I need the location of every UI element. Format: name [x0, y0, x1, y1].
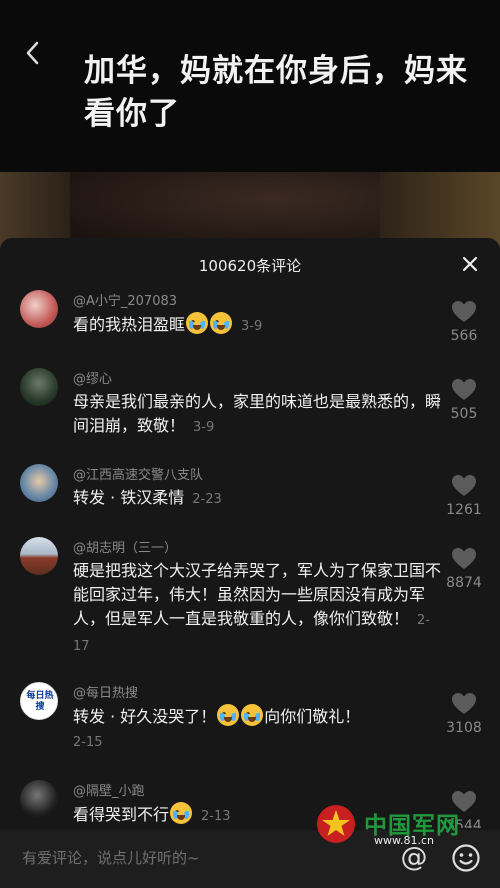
like-button[interactable]: 3108	[442, 692, 486, 736]
comment-item: @缪心 母亲是我们最亲的人，家里的味道也是最熟悉的，瞬间泪崩，致敬！ 3-9 50…	[0, 368, 500, 464]
comment-list[interactable]: @A小宁_207083 看的我热泪盈眶 3-9 566 @缪心 母亲是我们最亲的人…	[0, 290, 500, 828]
crying-laughing-emoji-icon	[241, 704, 264, 726]
video-overlay-title: 加华，妈就在你身后，妈来看你了	[84, 53, 468, 132]
avatar[interactable]	[20, 537, 58, 575]
comment-count-title: 100620条评论	[198, 257, 302, 275]
comment-date: 3-9	[241, 319, 263, 334]
comment-body: 母亲是我们最亲的人，家里的味道也是最熟悉的，瞬间泪崩，致敬！	[73, 392, 442, 435]
heart-icon	[452, 379, 476, 400]
comment-username[interactable]: @A小宁_207083	[73, 290, 177, 309]
avatar[interactable]: 每日热搜	[20, 682, 58, 720]
comment-text: 母亲是我们最亲的人，家里的味道也是最熟悉的，瞬间泪崩，致敬！ 3-9	[73, 390, 443, 440]
comment-body-cont: 向你们敬礼！	[264, 707, 361, 726]
avatar-logo: 每日热搜	[26, 691, 54, 712]
avatar[interactable]	[20, 290, 58, 328]
crying-emoji-icon	[170, 802, 193, 824]
comment-text: 看的我热泪盈眶 3-9	[73, 312, 443, 339]
comment-body: 转发 · 好久没哭了！	[73, 707, 217, 726]
like-count: 1261	[446, 502, 482, 518]
crying-emoji-icon	[210, 312, 233, 334]
comment-date: 3-9	[193, 420, 215, 435]
heart-icon	[452, 301, 476, 322]
heart-icon	[452, 475, 476, 496]
comment-username[interactable]: @江西高速交警八支队	[73, 464, 203, 483]
heart-icon	[452, 548, 476, 569]
like-button[interactable]: 1261	[442, 474, 486, 518]
like-count: 566	[450, 328, 478, 344]
comments-sheet: 100620条评论 @A小宁_207083 看的我热泪盈眶 3-9 566 @缪心…	[0, 238, 500, 888]
heart-icon	[452, 693, 476, 714]
comment-item: @胡志明（三一） 硬是把我这个大汉子给弄哭了，军人为了保家卫国不能回家过年，伟大…	[0, 537, 500, 682]
comment-date: 2-13	[201, 809, 231, 824]
comment-username[interactable]: @胡志明（三一）	[73, 537, 177, 556]
comment-body: 看得哭到不行	[73, 805, 170, 824]
avatar[interactable]	[20, 368, 58, 406]
crying-emoji-icon	[186, 312, 209, 334]
comment-item: 每日热搜 @每日热搜 转发 · 好久没哭了！ 向你们敬礼！ 2-15 3108	[0, 682, 500, 780]
comment-body: 看的我热泪盈眶	[73, 315, 186, 334]
like-count: 3108	[446, 720, 482, 736]
like-button[interactable]: 566	[442, 300, 486, 344]
like-count: 8874	[446, 575, 482, 591]
comment-text: 转发 · 好久没哭了！ 向你们敬礼！ 2-15	[73, 704, 443, 755]
like-button[interactable]: 505	[442, 378, 486, 422]
video-area[interactable]: 加华，妈就在你身后，妈来看你了	[0, 0, 500, 260]
avatar[interactable]	[20, 780, 58, 818]
back-icon[interactable]	[18, 38, 48, 68]
sheet-header: 100620条评论	[0, 238, 500, 290]
comment-text: 转发 · 铁汉柔情 2-23	[73, 486, 443, 512]
comment-date: 2-15	[73, 735, 103, 750]
comment-date: 2-23	[192, 492, 222, 507]
comment-text: 硬是把我这个大汉子给弄哭了，军人为了保家卫国不能回家过年，伟大！虽然因为一些原因…	[73, 559, 443, 659]
like-button[interactable]: 8874	[442, 547, 486, 591]
comment-username[interactable]: @每日热搜	[73, 682, 138, 701]
comment-username[interactable]: @隔壁_小跑	[73, 780, 145, 799]
comment-body: 转发 · 铁汉柔情	[73, 488, 185, 507]
army-emblem-icon	[317, 805, 355, 843]
like-count: 505	[450, 406, 478, 422]
comment-username[interactable]: @缪心	[73, 368, 112, 387]
comment-body: 硬是把我这个大汉子给弄哭了，军人为了保家卫国不能回家过年，伟大！虽然因为一些原因…	[73, 561, 442, 628]
avatar[interactable]	[20, 464, 58, 502]
watermark-url: www.81.cn	[374, 834, 434, 847]
comment-input[interactable]: 有爱评论，说点儿好听的~	[22, 847, 200, 868]
crying-laughing-emoji-icon	[217, 704, 240, 726]
comment-item: @江西高速交警八支队 转发 · 铁汉柔情 2-23 1261	[0, 464, 500, 537]
close-icon[interactable]	[458, 252, 482, 276]
watermark: 中国军网 www.81.cn	[314, 800, 494, 850]
comment-item: @A小宁_207083 看的我热泪盈眶 3-9 566	[0, 290, 500, 368]
